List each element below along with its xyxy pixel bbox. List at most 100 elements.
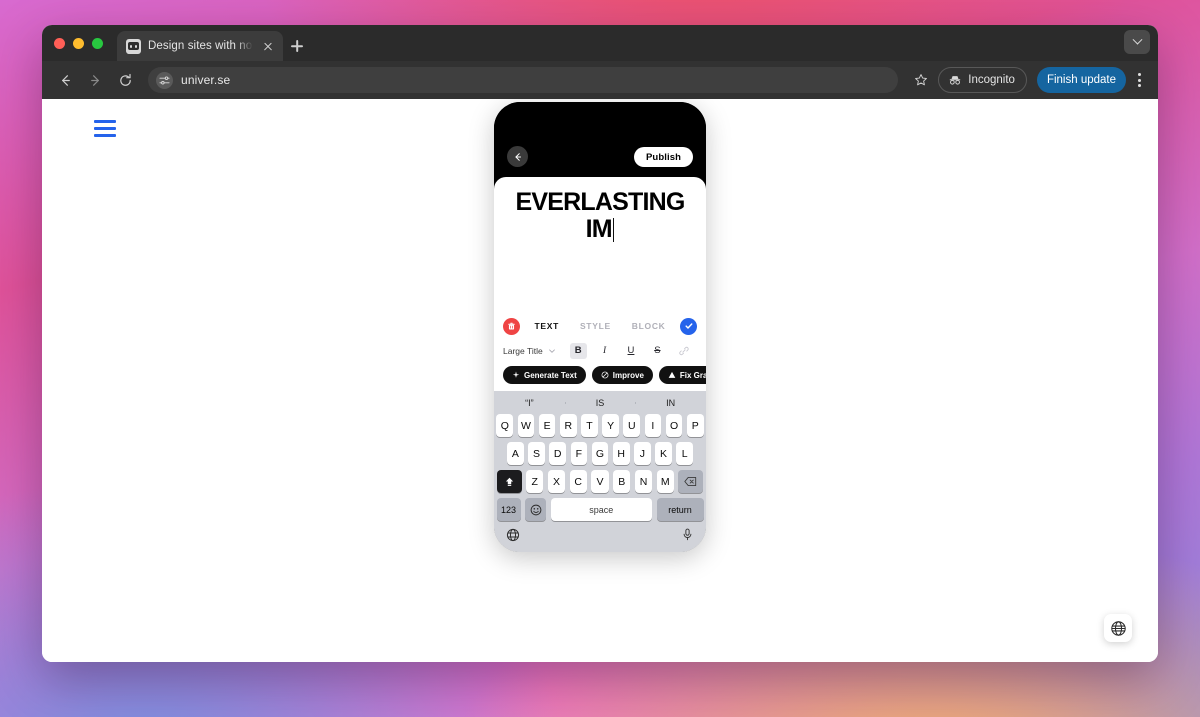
browser-tab[interactable]: Design sites with no code | Un [117, 31, 283, 61]
emoji-smiley-icon[interactable] [525, 498, 546, 521]
magic-wand-icon [601, 371, 609, 379]
key-b[interactable]: B [613, 470, 631, 493]
hamburger-menu-icon[interactable] [94, 120, 116, 137]
key-w[interactable]: W [517, 414, 535, 437]
link-icon[interactable] [675, 343, 692, 359]
finish-update-button[interactable]: Finish update [1036, 67, 1126, 93]
back-icon[interactable] [52, 67, 78, 93]
window-traffic-lights [54, 25, 117, 61]
key-j[interactable]: J [634, 442, 651, 465]
close-icon[interactable] [260, 39, 275, 54]
italic-button[interactable]: I [596, 343, 613, 359]
bold-button[interactable]: B [569, 342, 587, 359]
underline-button[interactable]: U [622, 343, 639, 359]
key-z[interactable]: Z [526, 470, 544, 493]
sparkle-icon [512, 371, 520, 378]
key-k[interactable]: K [655, 442, 672, 465]
keyboard-row-4: 123 space return [494, 498, 706, 521]
shift-up-icon[interactable] [496, 470, 522, 493]
backspace-icon[interactable] [678, 470, 704, 493]
text-caret [612, 218, 615, 242]
generate-text-button[interactable]: Generate Text [503, 366, 586, 384]
language-globe-button[interactable] [1104, 614, 1132, 642]
globe-icon [1110, 620, 1126, 636]
address-bar[interactable]: univer.se [148, 67, 899, 93]
ios-keyboard: “I” IS IN Q W E R T Y U I O P A S D F G … [494, 391, 706, 552]
key-g[interactable]: G [591, 442, 609, 465]
editor-tabs: TEXT STYLE BLOCK [520, 321, 680, 331]
tune-icon[interactable] [156, 71, 173, 89]
numbers-key[interactable]: 123 [496, 498, 521, 521]
forward-icon[interactable] [82, 67, 108, 93]
key-r[interactable]: R [559, 414, 577, 437]
warning-triangle-icon [668, 371, 676, 378]
key-m[interactable]: M [656, 470, 674, 493]
suggestion-3[interactable]: IN [635, 398, 706, 408]
key-l[interactable]: L [676, 442, 694, 465]
suggestion-2[interactable]: IS [564, 398, 636, 408]
phone-app-header: Publish [494, 102, 706, 177]
microphone-icon[interactable] [681, 528, 694, 546]
tab-block[interactable]: BLOCK [632, 321, 666, 331]
editor-canvas: EVERLASTING IM TEXT STYLE BLOCK Large Ti… [494, 177, 706, 552]
key-q[interactable]: Q [496, 414, 514, 437]
text-style-select[interactable]: Large Title [503, 346, 565, 356]
close-window-button[interactable] [54, 37, 65, 49]
bookmark-star-icon[interactable] [908, 67, 934, 93]
key-p[interactable]: P [686, 414, 704, 437]
suggestion-1[interactable]: “I” [494, 398, 565, 408]
key-x[interactable]: X [547, 470, 566, 493]
key-n[interactable]: N [634, 470, 653, 493]
key-u[interactable]: U [623, 414, 641, 437]
text-style-value: Large Title [503, 345, 543, 356]
tab-search-chevron-icon[interactable] [1124, 30, 1150, 54]
format-row: Large Title B I U S [494, 338, 706, 360]
key-h[interactable]: H [612, 442, 630, 465]
web-page-content: Publish EVERLASTING IM TEXT STYLE BLOCK … [42, 99, 1158, 662]
key-s[interactable]: S [528, 442, 545, 465]
new-tab-button[interactable] [283, 31, 311, 61]
text-editor-toolbar: TEXT STYLE BLOCK Large Title B I U S Gen… [494, 308, 706, 391]
editor-tab-row: TEXT STYLE BLOCK [494, 314, 706, 338]
key-c[interactable]: C [569, 470, 587, 493]
trash-icon[interactable] [503, 317, 520, 335]
key-d[interactable]: D [549, 442, 566, 465]
tab-strip: Design sites with no code | Un [42, 25, 1158, 61]
key-i[interactable]: I [644, 414, 662, 437]
chrome-menu-icon[interactable] [1130, 67, 1148, 93]
keyboard-bottom-row [494, 524, 706, 550]
format-buttons: B I U S [565, 342, 697, 359]
back-arrow-icon[interactable] [507, 146, 528, 167]
key-t[interactable]: T [581, 414, 598, 437]
space-key[interactable]: space [550, 498, 652, 521]
key-a[interactable]: A [506, 442, 524, 465]
incognito-indicator[interactable]: Incognito [938, 67, 1027, 93]
key-o[interactable]: O [665, 414, 683, 437]
headline-text[interactable]: EVERLASTING IM [494, 177, 706, 243]
keyboard-suggestions: “I” IS IN [494, 391, 706, 414]
browser-toolbar: univer.se Incognito Finish update [42, 61, 1158, 99]
browser-window: Design sites with no code | Un univer. [42, 25, 1158, 662]
key-f[interactable]: F [570, 442, 588, 465]
headline-line-2: IM [508, 216, 692, 243]
check-icon[interactable] [680, 317, 697, 335]
incognito-label: Incognito [968, 74, 1015, 86]
tab-text[interactable]: TEXT [534, 321, 559, 331]
improve-button[interactable]: Improve [591, 366, 653, 384]
fix-grammar-button[interactable]: Fix Grammar [658, 366, 706, 384]
keyboard-row-3: Z X C V B N M [494, 470, 706, 493]
key-e[interactable]: E [538, 414, 556, 437]
tab-title: Design sites with no code | Un [148, 40, 253, 52]
strikethrough-button[interactable]: S [649, 343, 666, 359]
key-y[interactable]: Y [602, 414, 619, 437]
tab-style[interactable]: STYLE [580, 321, 611, 331]
publish-button[interactable]: Publish [633, 147, 693, 167]
return-key[interactable]: return [656, 498, 704, 521]
reload-icon[interactable] [112, 67, 138, 93]
maximize-window-button[interactable] [92, 37, 103, 49]
ai-actions-row: Generate Text Improve Fix Grammar [494, 360, 706, 391]
globe-icon[interactable] [506, 528, 520, 547]
minimize-window-button[interactable] [73, 37, 84, 49]
keyboard-row-1: Q W E R T Y U I O P [494, 414, 706, 437]
key-v[interactable]: V [591, 470, 609, 493]
